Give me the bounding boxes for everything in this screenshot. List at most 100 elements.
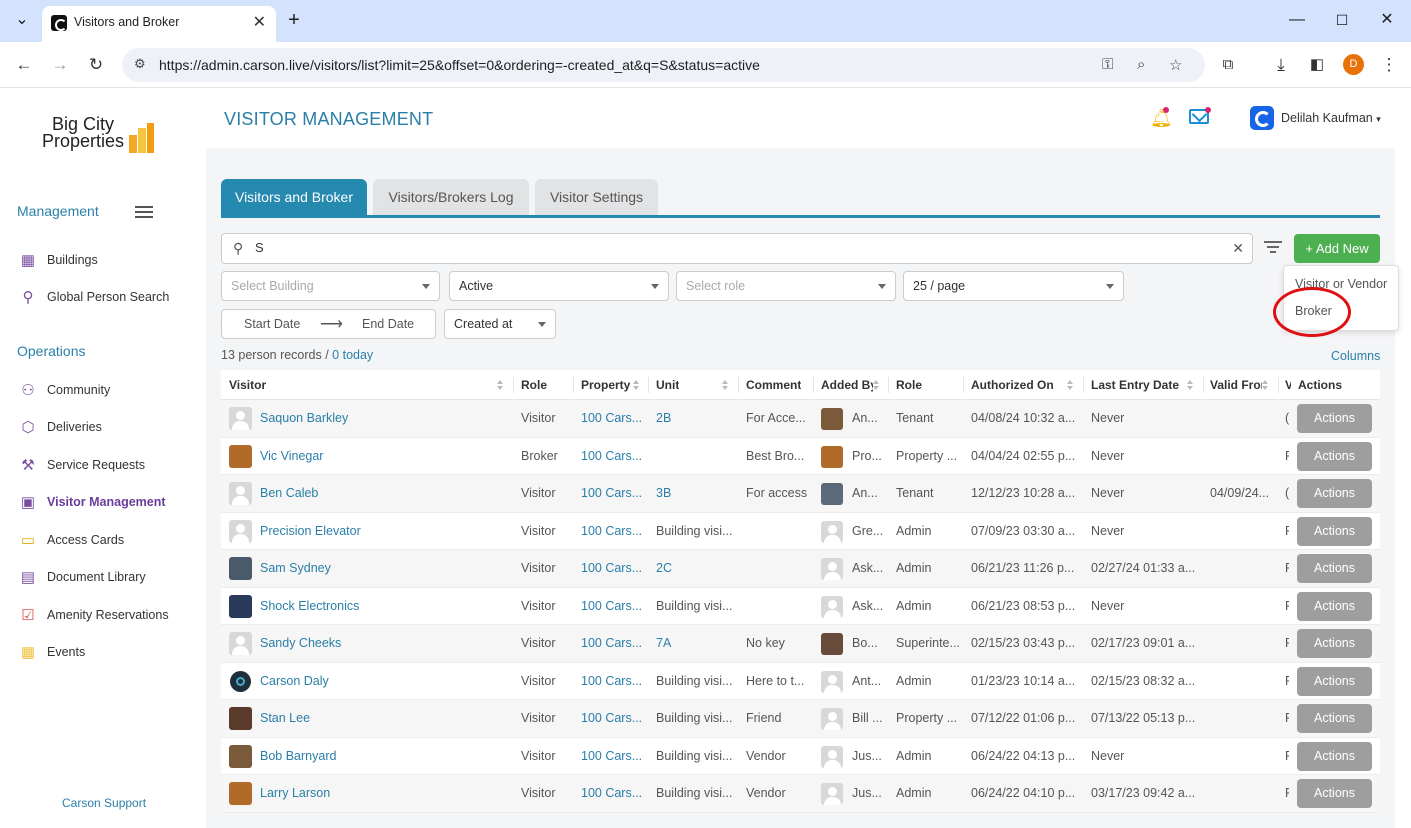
visitor-name-link[interactable]: Ben Caleb bbox=[260, 486, 505, 500]
status-select[interactable]: Active bbox=[449, 271, 669, 301]
column-header-valid-from[interactable]: Valid From bbox=[1210, 378, 1262, 392]
sidebar-item-access-cards[interactable]: ▭ Access Cards bbox=[18, 530, 203, 552]
column-header-role[interactable]: Role bbox=[521, 378, 547, 392]
actions-button[interactable]: Actions bbox=[1297, 741, 1372, 771]
search-input[interactable] bbox=[255, 240, 1215, 255]
column-header-last-entry-date[interactable]: Last Entry Date bbox=[1091, 378, 1179, 392]
tab-visitor-settings[interactable]: Visitor Settings bbox=[535, 179, 658, 215]
column-header-authorized-on[interactable]: Authorized On bbox=[971, 378, 1054, 392]
columns-link[interactable]: Columns bbox=[1331, 349, 1380, 363]
sidebar-item-events[interactable]: ▦ Events bbox=[18, 642, 203, 664]
actions-button[interactable]: Actions bbox=[1297, 554, 1372, 583]
add-new-button[interactable]: + Add New bbox=[1294, 234, 1380, 263]
hamburger-menu-icon[interactable] bbox=[135, 206, 153, 218]
maximize-icon[interactable]: ☐ bbox=[1328, 6, 1356, 34]
sort-icon[interactable] bbox=[1262, 380, 1268, 390]
visitor-name-link[interactable]: Precision Elevator bbox=[260, 524, 505, 538]
sort-icon[interactable] bbox=[873, 380, 879, 390]
property-link[interactable]: 100 Cars... bbox=[581, 561, 643, 575]
actions-button[interactable]: Actions bbox=[1297, 516, 1372, 546]
sort-icon[interactable] bbox=[633, 380, 639, 390]
end-date-input[interactable]: End Date bbox=[362, 317, 414, 331]
sort-icon[interactable] bbox=[1187, 380, 1193, 390]
visitor-name-link[interactable]: Vic Vinegar bbox=[260, 449, 505, 463]
property-link[interactable]: 100 Cars... bbox=[581, 674, 643, 688]
sort-icon[interactable] bbox=[497, 380, 503, 390]
new-tab-icon[interactable]: + bbox=[280, 6, 308, 34]
close-tab-icon[interactable]: ✕ bbox=[253, 12, 266, 32]
sort-select[interactable]: Created at bbox=[444, 309, 556, 339]
visitor-name-link[interactable]: Sam Sydney bbox=[260, 561, 505, 575]
browser-menu-icon[interactable]: ⋮ bbox=[1376, 52, 1402, 78]
sidebar-item-document-library[interactable]: ▤ Document Library bbox=[18, 567, 203, 589]
property-link[interactable]: 100 Cars... bbox=[581, 486, 643, 500]
column-header-valid-to[interactable]: V bbox=[1285, 378, 1291, 392]
column-header-unit[interactable]: Unit bbox=[656, 378, 679, 392]
carson-support-link[interactable]: Carson Support bbox=[62, 796, 146, 810]
minimize-icon[interactable]: — bbox=[1283, 6, 1311, 34]
profile-avatar[interactable]: D bbox=[1343, 54, 1364, 75]
forward-icon[interactable]: → bbox=[47, 52, 73, 78]
side-panel-icon[interactable]: ◧ bbox=[1304, 52, 1330, 78]
actions-button[interactable]: Actions bbox=[1297, 441, 1372, 471]
sidebar-item-community[interactable]: ⚇ Community bbox=[18, 380, 203, 402]
tab-visitors-brokers-log[interactable]: Visitors/Brokers Log bbox=[373, 179, 529, 215]
property-link[interactable]: 100 Cars... bbox=[581, 411, 643, 425]
bell-icon[interactable]: 🔔︎ bbox=[1150, 108, 1173, 129]
close-window-icon[interactable]: ✕ bbox=[1373, 6, 1401, 34]
actions-button[interactable]: Actions bbox=[1297, 704, 1372, 733]
address-bar[interactable]: ⚙ https://admin.carson.live/visitors/lis… bbox=[122, 48, 1205, 82]
actions-button[interactable]: Actions bbox=[1297, 479, 1372, 508]
unit-cell[interactable]: 3B bbox=[656, 486, 734, 500]
property-link[interactable]: 100 Cars... bbox=[581, 786, 643, 800]
actions-button[interactable]: Actions bbox=[1297, 404, 1372, 433]
column-header-property[interactable]: Property bbox=[581, 378, 630, 392]
column-header-added-by[interactable]: Added By bbox=[821, 378, 873, 392]
sidebar-item-visitor-management[interactable]: ▣ Visitor Management bbox=[18, 492, 203, 514]
property-link[interactable]: 100 Cars... bbox=[581, 636, 643, 650]
company-logo[interactable]: Big City Properties bbox=[40, 115, 160, 156]
extensions-icon[interactable]: ⧉ bbox=[1215, 52, 1241, 78]
site-info-icon[interactable]: ⚙ bbox=[134, 56, 146, 72]
download-icon[interactable]: ⤓ bbox=[1268, 52, 1294, 78]
browser-tab[interactable]: Visitors and Broker ✕ bbox=[42, 6, 276, 42]
actions-button[interactable]: Actions bbox=[1297, 629, 1372, 658]
sidebar-item-service-requests[interactable]: ⚒ Service Requests bbox=[18, 455, 203, 477]
unit-cell[interactable]: 2B bbox=[656, 411, 734, 425]
sidebar-item-deliveries[interactable]: ⬡ Deliveries bbox=[18, 417, 203, 439]
clear-search-icon[interactable]: ✕ bbox=[1232, 240, 1244, 257]
sidebar-item-buildings[interactable]: ▦ Buildings bbox=[18, 250, 203, 272]
visitor-name-link[interactable]: Larry Larson bbox=[260, 786, 505, 800]
property-link[interactable]: 100 Cars... bbox=[581, 749, 643, 763]
visitor-name-link[interactable]: Saquon Barkley bbox=[260, 411, 505, 425]
start-date-input[interactable]: Start Date bbox=[244, 317, 300, 331]
user-menu[interactable]: Delilah Kaufman ▾ bbox=[1281, 111, 1381, 125]
column-header-visitor[interactable]: Visitor bbox=[229, 378, 266, 392]
visitor-name-link[interactable]: Sandy Cheeks bbox=[260, 636, 505, 650]
property-link[interactable]: 100 Cars... bbox=[581, 449, 643, 463]
search-box[interactable]: ⚲ ✕ bbox=[221, 233, 1253, 264]
property-link[interactable]: 100 Cars... bbox=[581, 599, 643, 613]
sidebar-item-global-person-search[interactable]: ⚲ Global Person Search bbox=[18, 287, 203, 309]
reload-icon[interactable]: ↻ bbox=[83, 52, 109, 78]
carson-logo-icon[interactable] bbox=[1250, 106, 1274, 130]
visitor-name-link[interactable]: Stan Lee bbox=[260, 711, 505, 725]
actions-button[interactable]: Actions bbox=[1297, 591, 1372, 621]
back-icon[interactable]: ← bbox=[11, 52, 37, 78]
visitor-name-link[interactable]: Carson Daly bbox=[260, 674, 505, 688]
sort-icon[interactable] bbox=[1067, 380, 1073, 390]
page-size-select[interactable]: 25 / page bbox=[903, 271, 1124, 301]
property-link[interactable]: 100 Cars... bbox=[581, 524, 643, 538]
tab-search-icon[interactable]: ⌄ bbox=[8, 6, 36, 34]
visitor-name-link[interactable]: Shock Electronics bbox=[260, 599, 505, 613]
column-header-adder-role[interactable]: Role bbox=[896, 378, 922, 392]
sort-icon[interactable] bbox=[722, 380, 728, 390]
sidebar-item-amenity-reservations[interactable]: ☑ Amenity Reservations bbox=[18, 605, 203, 627]
visitor-name-link[interactable]: Bob Barnyard bbox=[260, 749, 505, 763]
tab-visitors-and-broker[interactable]: Visitors and Broker bbox=[221, 179, 367, 215]
actions-button[interactable]: Actions bbox=[1297, 666, 1372, 696]
unit-cell[interactable]: 7A bbox=[656, 636, 734, 650]
filter-icon[interactable] bbox=[1264, 241, 1282, 255]
bookmark-star-icon[interactable]: ☆ bbox=[1169, 56, 1182, 74]
unit-cell[interactable]: 2C bbox=[656, 561, 734, 575]
